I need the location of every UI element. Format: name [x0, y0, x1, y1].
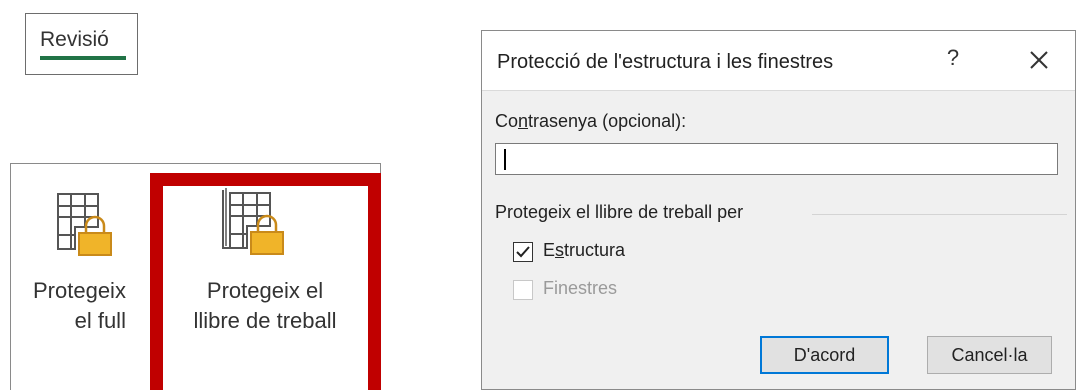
checkmark-icon — [516, 246, 530, 258]
cancel-button[interactable]: Cancel·la — [927, 336, 1052, 374]
ok-button[interactable]: D'acord — [760, 336, 889, 374]
text-caret — [504, 149, 506, 170]
password-label: Contrasenya (opcional): — [495, 111, 687, 131]
group-divider — [812, 214, 1067, 215]
protect-sheet-icon — [57, 193, 112, 256]
review-tab-label: Revisió — [40, 28, 109, 51]
protect-for-group-label: Protegeix el llibre de treball per — [495, 202, 754, 223]
review-tab[interactable]: Revisió — [25, 13, 138, 75]
protect-sheet-label: Protegeix el full — [33, 278, 126, 333]
protect-sheet-button[interactable]: Protegeix el full — [11, 164, 151, 390]
protect-workbook-button[interactable]: Protegeix el llibre de treball — [151, 164, 381, 390]
password-input[interactable] — [495, 143, 1058, 175]
active-tab-indicator — [40, 56, 126, 60]
windows-checkbox — [513, 280, 533, 300]
structure-checkbox[interactable] — [513, 242, 533, 262]
structure-label: Estructura — [543, 240, 626, 260]
ribbon-protect-group: Protegeix el full Protegeix el llibre de… — [10, 163, 381, 390]
windows-label: Finestres — [543, 278, 618, 298]
close-icon[interactable] — [1022, 43, 1056, 77]
dialog-title: Protecció de l'estructura i les finestre… — [497, 51, 834, 73]
protect-structure-dialog: Protecció de l'estructura i les finestre… — [481, 30, 1076, 390]
help-button[interactable]: ? — [938, 45, 968, 71]
protect-workbook-label: Protegeix el llibre de treball — [193, 278, 337, 333]
protect-workbook-icon — [222, 188, 284, 255]
dialog-titlebar[interactable]: Protecció de l'estructura i les finestre… — [482, 31, 1075, 91]
